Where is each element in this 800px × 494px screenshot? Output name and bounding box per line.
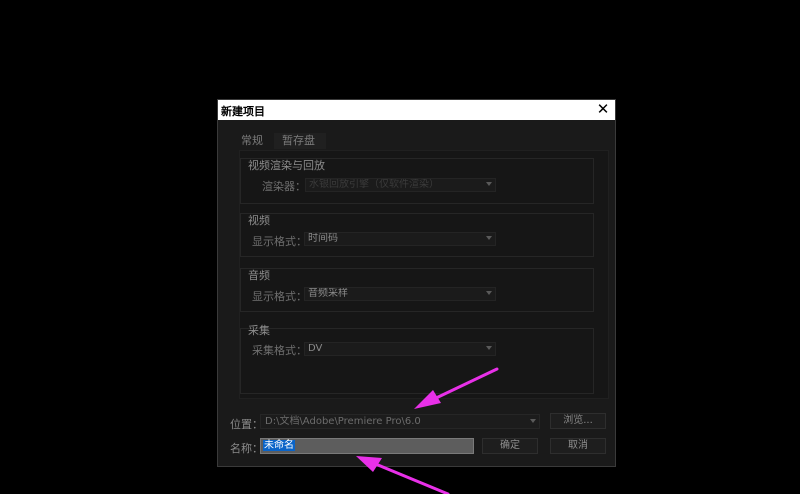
group-title-video: 视频 <box>248 214 270 227</box>
chevron-down-icon <box>486 291 492 295</box>
video-display-format-dropdown[interactable]: 时间码 <box>304 232 496 246</box>
video-display-format-value: 时间码 <box>308 233 338 244</box>
chevron-down-icon <box>530 419 536 423</box>
group-title-render: 视频渲染与回放 <box>248 159 325 172</box>
capture-format-dropdown[interactable]: DV <box>304 342 496 356</box>
dialog-title: 新建项目 <box>221 105 265 118</box>
location-path-value: D:\文档\Adobe\Premiere Pro\6.0 <box>265 416 421 427</box>
new-project-dialog: 新建项目 ✕ 常规 暂存盘 视频渲染与回放 渲染器： 水银回放引擎（仅软件渲染）… <box>217 99 616 467</box>
capture-format-value: DV <box>308 343 323 354</box>
location-label: 位置： <box>230 418 263 431</box>
tab-scratch-disks[interactable]: 暂存盘 <box>282 133 315 149</box>
chevron-down-icon <box>486 182 492 186</box>
group-title-capture: 采集 <box>248 324 270 337</box>
title-bar[interactable]: 新建项目 ✕ <box>218 100 615 120</box>
ok-button[interactable]: 确定 <box>482 438 538 454</box>
project-name-input[interactable]: 未命名 <box>260 438 474 454</box>
group-title-audio: 音频 <box>248 269 270 282</box>
chevron-down-icon <box>486 236 492 240</box>
tab-general[interactable]: 常规 <box>241 133 263 149</box>
cancel-button[interactable]: 取消 <box>550 438 606 454</box>
audio-display-format-label: 显示格式： <box>252 290 307 303</box>
video-display-format-label: 显示格式： <box>252 235 307 248</box>
location-path-dropdown[interactable]: D:\文档\Adobe\Premiere Pro\6.0 <box>260 414 540 429</box>
renderer-value: 水银回放引擎（仅软件渲染） <box>309 179 439 190</box>
audio-display-format-dropdown[interactable]: 音频采样 <box>304 287 496 301</box>
group-capture <box>240 328 594 394</box>
browse-button[interactable]: 浏览... <box>550 413 606 429</box>
close-icon[interactable]: ✕ <box>593 100 613 120</box>
name-label: 名称： <box>230 442 263 455</box>
screen: 新建项目 ✕ 常规 暂存盘 视频渲染与回放 渲染器： 水银回放引擎（仅软件渲染）… <box>0 0 800 494</box>
capture-format-label: 采集格式： <box>252 344 307 357</box>
audio-display-format-value: 音频采样 <box>308 288 348 299</box>
renderer-dropdown[interactable]: 水银回放引擎（仅软件渲染） <box>305 178 496 192</box>
project-name-value: 未命名 <box>263 440 295 451</box>
renderer-label: 渲染器： <box>262 180 306 193</box>
chevron-down-icon <box>486 346 492 350</box>
